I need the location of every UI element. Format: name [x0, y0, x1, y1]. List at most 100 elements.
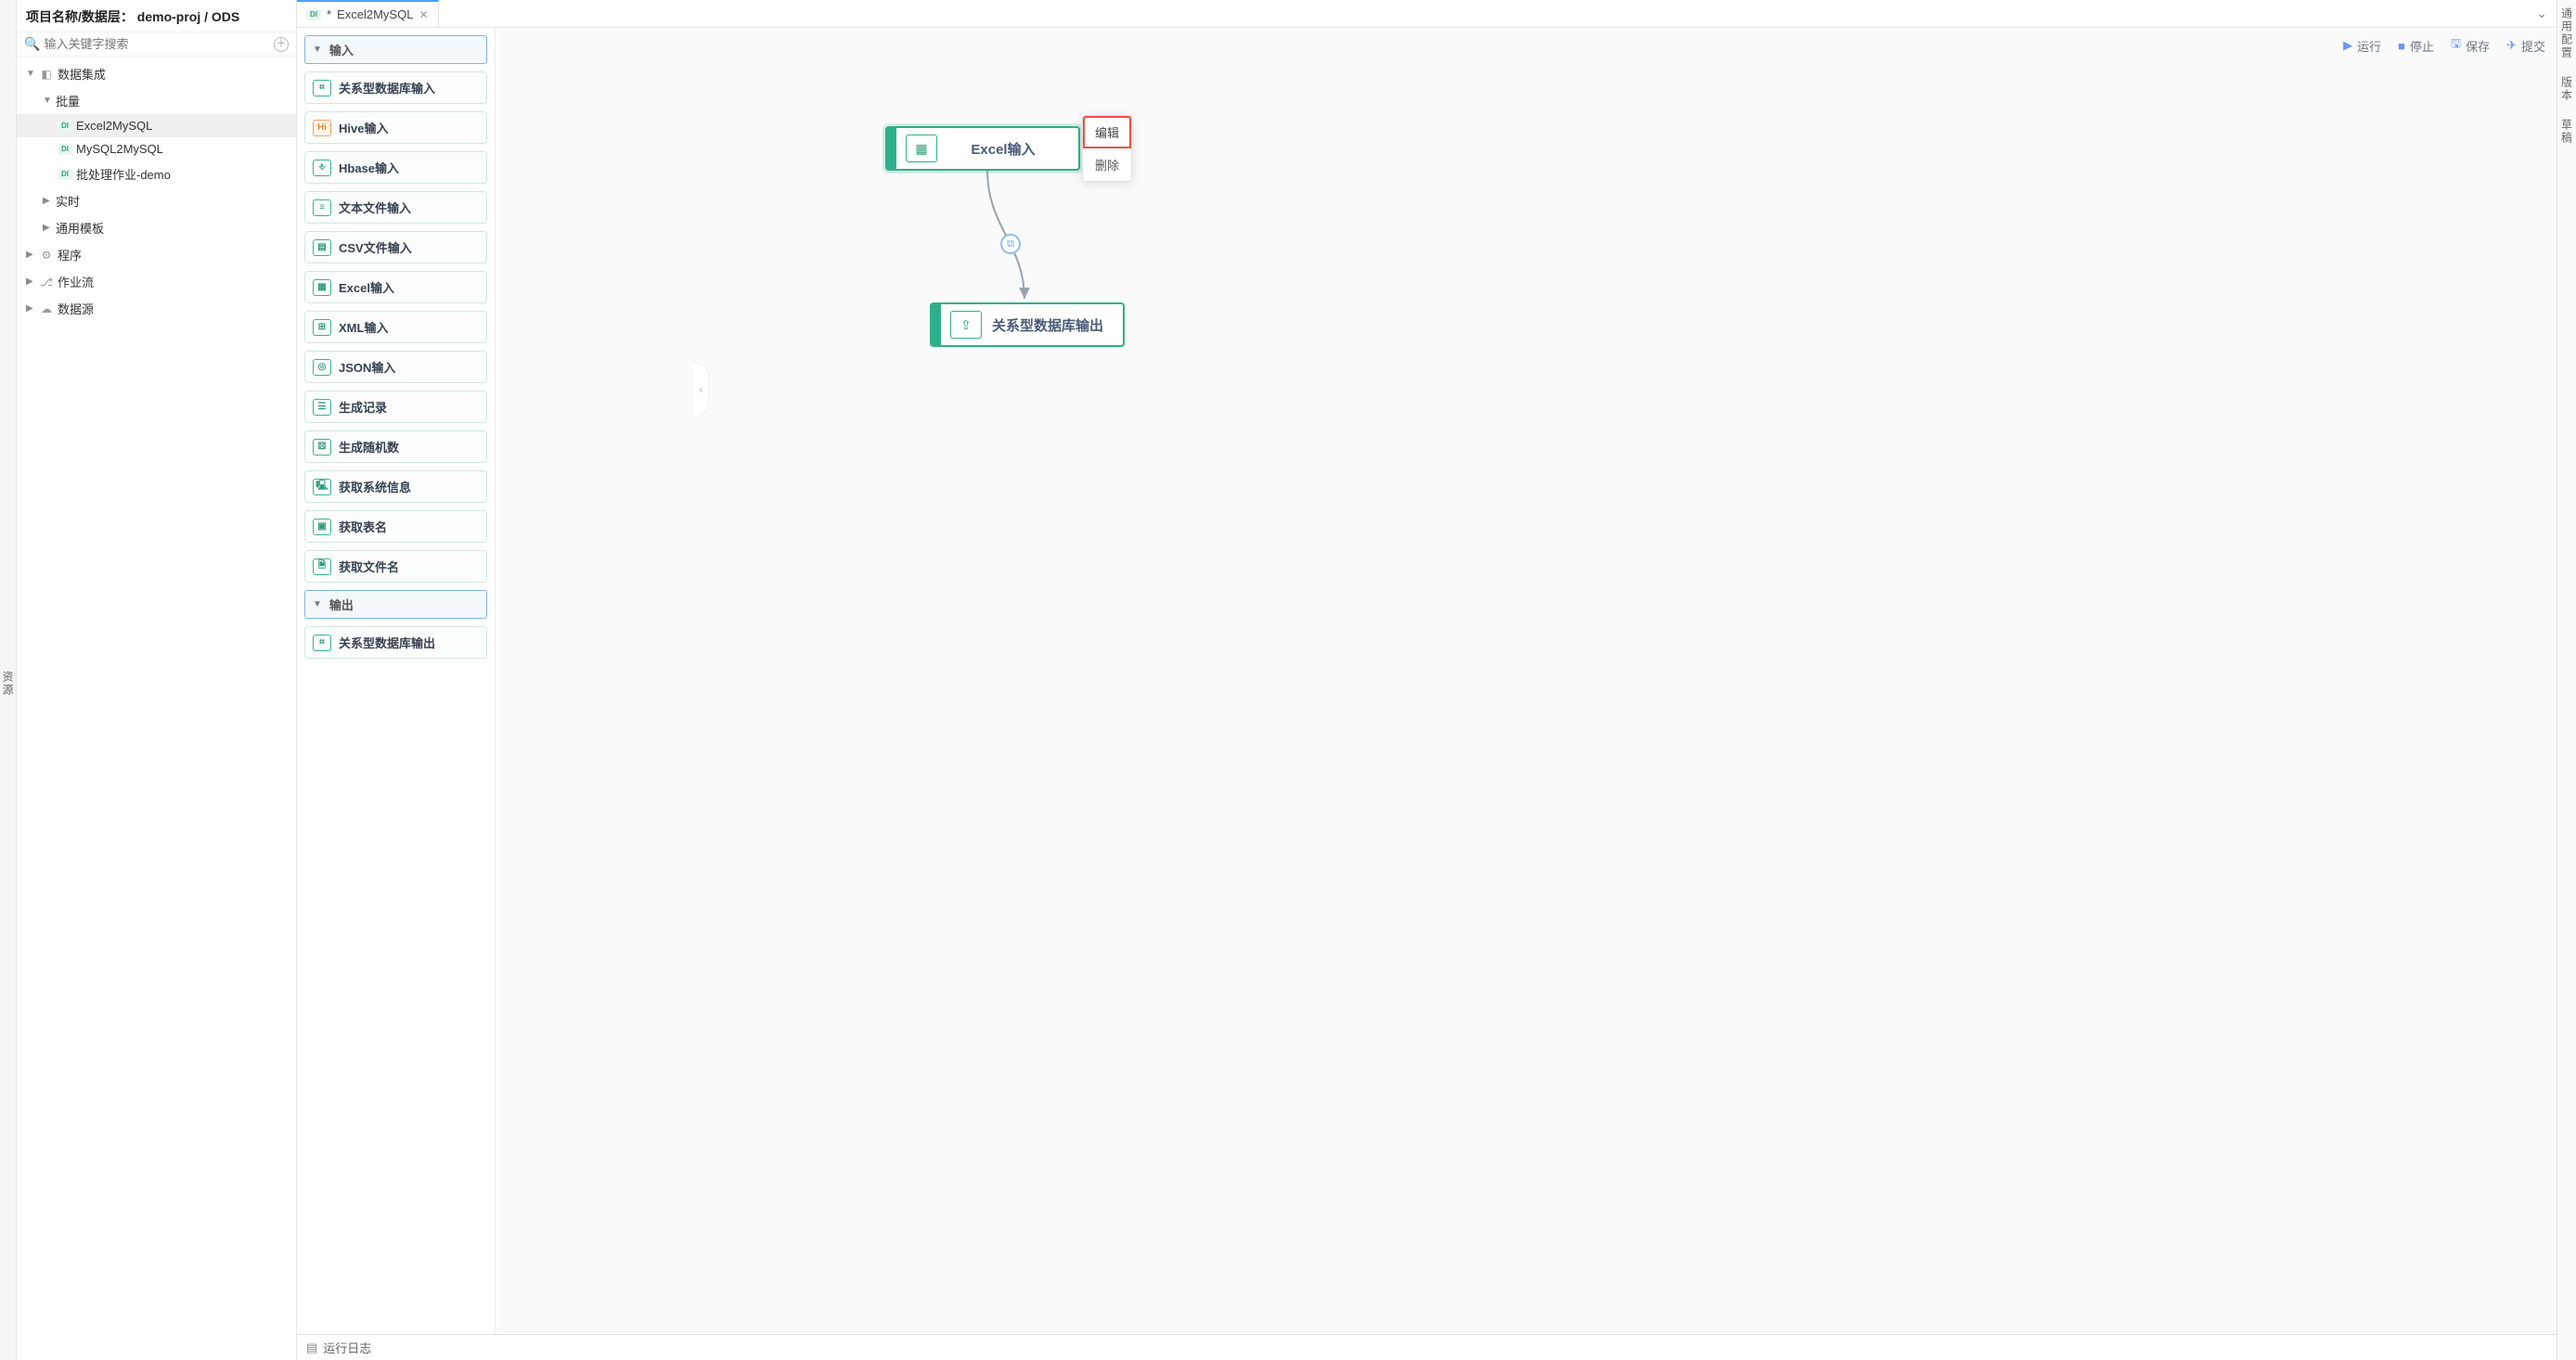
- palette-item-input[interactable]: ◎JSON输入: [304, 351, 487, 383]
- palette-group-output[interactable]: ▼ 输出: [304, 590, 487, 619]
- palette-item-label: 文本文件输入: [339, 199, 411, 216]
- tree-datasource[interactable]: 数据源: [17, 295, 296, 322]
- palette-item-label: 获取表名: [339, 518, 387, 535]
- stop-icon: ■: [2398, 39, 2405, 53]
- palette-group-label: 输入: [329, 41, 354, 58]
- save-icon: 🖫: [2451, 35, 2461, 56]
- hi-icon: Hi: [313, 120, 331, 136]
- palette-item-input[interactable]: ⎀ Hbase输入: [304, 151, 487, 184]
- add-icon[interactable]: ＋: [274, 37, 289, 52]
- close-icon[interactable]: ✕: [419, 8, 428, 21]
- search-icon: 🔍: [24, 36, 40, 52]
- palette-item-input[interactable]: ▦Excel输入: [304, 271, 487, 303]
- bottom-bar: ▤ 运行日志: [297, 1334, 2557, 1360]
- tree-template[interactable]: 通用模板: [17, 214, 296, 241]
- palette-item-label: CSV文件输入: [339, 238, 412, 256]
- tree-label: 批量: [56, 92, 80, 109]
- tree-label: MySQL2MySQL: [76, 142, 163, 156]
- component-palette: ▼ 输入 ⌗关系型数据库输入HiHive输入⎀Hbase输入≡文本文件输入▤CS…: [297, 28, 496, 1334]
- palette-item-input[interactable]: 🗎获取文件名: [304, 550, 487, 583]
- tree-label: 通用模板: [56, 219, 104, 237]
- save-button[interactable]: 🖫 保存: [2451, 35, 2490, 56]
- caret-right-icon: [43, 223, 52, 233]
- tree-program[interactable]: 程序: [17, 241, 296, 268]
- tree-workflow[interactable]: 作业流: [17, 268, 296, 295]
- palette-item-label: 关系型数据库输出: [339, 634, 435, 651]
- palette-item-label: Hive输入: [339, 119, 388, 136]
- tree-label: 程序: [58, 246, 82, 263]
- palette-item-input[interactable]: ☰生成记录: [304, 391, 487, 423]
- tree-item-mysql2mysql[interactable]: DI MySQL2MySQL: [17, 137, 296, 160]
- work-area: ▼ 输入 ⌗关系型数据库输入HiHive输入⎀Hbase输入≡文本文件输入▤CS…: [297, 28, 2557, 1334]
- tree-label: 数据集成: [58, 65, 106, 83]
- rand-icon: ⚄: [313, 439, 331, 455]
- right-version[interactable]: 版本: [2559, 76, 2575, 102]
- chevron-down-icon: ▼: [313, 599, 322, 609]
- caret-right-icon: [26, 276, 35, 287]
- tree-realtime[interactable]: 实时: [17, 187, 296, 214]
- log-icon: ▤: [306, 1341, 317, 1355]
- integration-icon: [39, 68, 54, 81]
- stop-button[interactable]: ■ 停止: [2398, 37, 2434, 55]
- palette-item-output[interactable]: ⌗ 关系型数据库输出: [304, 626, 487, 659]
- caret-down-icon: [43, 96, 52, 106]
- btn-label: 保存: [2466, 37, 2490, 55]
- edge-handle-icon[interactable]: ⧉: [1000, 234, 1021, 254]
- tree-batch[interactable]: 批量: [17, 87, 296, 114]
- palette-item-input[interactable]: ≡文本文件输入: [304, 191, 487, 224]
- cloud-icon: [39, 302, 54, 315]
- file-icon: 🗎: [313, 558, 331, 575]
- palette-item-label: Hbase输入: [339, 159, 399, 176]
- di-badge-icon: DI: [58, 121, 72, 132]
- palette-item-input[interactable]: Hi Hive输入: [304, 111, 487, 144]
- tabs-overflow-icon[interactable]: ⌄: [2536, 6, 2547, 21]
- palette-item-input[interactable]: ▤ CSV文件输入: [304, 231, 487, 263]
- edge: [978, 171, 1089, 310]
- sidebar: 项目名称/数据层： demo-proj / ODS 🔍 ＋ 数据集成 批量 DI…: [17, 0, 297, 1360]
- menu-edit[interactable]: 编辑: [1083, 116, 1131, 148]
- db-icon: ⌗: [313, 635, 331, 651]
- palette-item-label: 关系型数据库输入: [339, 79, 435, 96]
- right-draft[interactable]: 草稿: [2559, 119, 2575, 145]
- palette-item-input[interactable]: ▣获取表名: [304, 510, 487, 543]
- palette-toggle[interactable]: ‹: [694, 362, 709, 417]
- right-rail: 通用配置 版本 草稿: [2557, 0, 2576, 1360]
- submit-button[interactable]: ✈ 提交: [2506, 37, 2545, 55]
- palette-group-input[interactable]: ▼ 输入: [304, 35, 487, 64]
- resource-tree: 数据集成 批量 DI Excel2MySQL DI MySQL2MySQL DI…: [17, 57, 296, 1360]
- palette-item-input[interactable]: ⌗关系型数据库输入: [304, 71, 487, 104]
- run-button[interactable]: ▶ 运行: [2343, 37, 2381, 55]
- tree-label: 作业流: [58, 273, 94, 290]
- menu-delete[interactable]: 删除: [1083, 148, 1131, 181]
- json-icon: ◎: [313, 359, 331, 376]
- project-header: 项目名称/数据层： demo-proj / ODS: [17, 0, 296, 32]
- node-excel-input[interactable]: ▦ Excel输入: [885, 126, 1080, 171]
- palette-item-input[interactable]: ⊞XML输入: [304, 311, 487, 343]
- xml-icon: ⊞: [313, 319, 331, 336]
- tree-label: 实时: [56, 192, 80, 210]
- tree-label: 批处理作业-demo: [76, 165, 171, 183]
- node-rel-db-output[interactable]: ⇪ 关系型数据库输出: [930, 302, 1125, 347]
- search-input[interactable]: [44, 37, 274, 51]
- log-label[interactable]: 运行日志: [323, 1339, 371, 1356]
- palette-item-input[interactable]: ⚄生成随机数: [304, 430, 487, 463]
- csv-icon: ▤: [313, 239, 331, 256]
- left-rail-label: 资源: [0, 671, 16, 697]
- tree-item-excel2mysql[interactable]: DI Excel2MySQL: [17, 114, 296, 137]
- palette-item-input[interactable]: 🖳获取系统信息: [304, 470, 487, 503]
- grid-icon: ▦: [906, 135, 937, 162]
- di-badge-icon: DI: [306, 9, 321, 20]
- left-rail[interactable]: 资源: [0, 0, 17, 1360]
- canvas[interactable]: ▶ 运行 ■ 停止 🖫 保存 ✈ 提交: [496, 28, 2557, 1334]
- btn-label: 停止: [2410, 37, 2434, 55]
- tree-item-batch-demo[interactable]: DI 批处理作业-demo: [17, 160, 296, 187]
- palette-item-label: Excel输入: [339, 278, 394, 296]
- tree-label: 数据源: [58, 300, 94, 317]
- tree-data-integration[interactable]: 数据集成: [17, 60, 296, 87]
- node-context-menu: 编辑 删除: [1082, 115, 1132, 182]
- right-config[interactable]: 通用配置: [2559, 7, 2575, 59]
- caret-down-icon: [26, 69, 35, 79]
- tab-excel2mysql[interactable]: DI * Excel2MySQL ✕: [297, 0, 439, 27]
- di-badge-icon: DI: [58, 144, 72, 155]
- hb-icon: ⎀: [313, 160, 331, 176]
